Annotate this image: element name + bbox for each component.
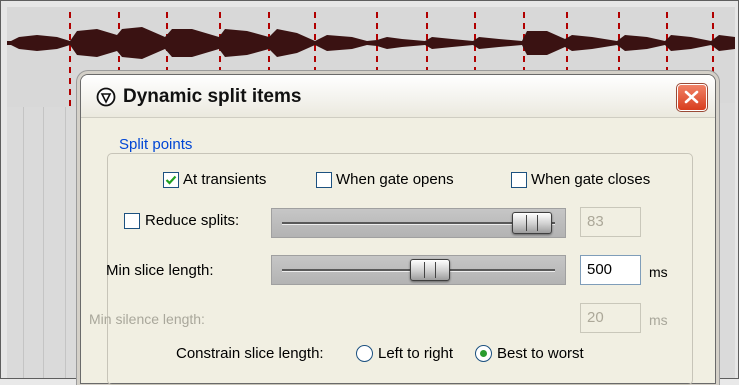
left-to-right-radio[interactable] [356, 345, 373, 362]
close-button[interactable] [676, 83, 708, 112]
constrain-slice-length-label: Constrain slice length: [176, 345, 324, 362]
when-gate-closes-label[interactable]: When gate closes [531, 171, 650, 188]
close-x-icon [684, 90, 699, 104]
when-gate-closes-checkbox[interactable] [511, 172, 527, 188]
grid-line [43, 107, 44, 378]
radio-selected-dot [480, 350, 487, 357]
min-silence-length-input[interactable]: 20 [580, 303, 641, 333]
when-gate-opens-label[interactable]: When gate opens [336, 171, 454, 188]
min-slice-length-slider[interactable] [271, 255, 566, 285]
at-transients-label[interactable]: At transients [183, 171, 266, 188]
dialog-titlebar[interactable]: Dynamic split items [81, 75, 715, 118]
slider-thumb[interactable] [512, 212, 552, 234]
reduce-splits-label[interactable]: Reduce splits: [145, 212, 239, 229]
min-slice-length-unit: ms [649, 264, 668, 280]
at-transients-checkbox[interactable] [163, 172, 179, 188]
grid-line [23, 107, 24, 378]
checkmark-icon [165, 175, 177, 185]
min-slice-length-input[interactable]: 500 [580, 255, 641, 285]
min-slice-length-label: Min slice length: [106, 262, 214, 279]
slider-thumb[interactable] [410, 259, 450, 281]
reduce-splits-checkbox[interactable] [124, 213, 140, 229]
best-to-worst-radio[interactable] [475, 345, 492, 362]
dynamic-split-dialog: Dynamic split items Split points At tran… [80, 74, 716, 385]
grid-line [65, 107, 66, 378]
reduce-splits-input[interactable]: 83 [580, 207, 641, 237]
reduce-splits-slider[interactable] [271, 208, 566, 238]
dialog-title: Dynamic split items [123, 86, 302, 107]
when-gate-opens-checkbox[interactable] [316, 172, 332, 188]
min-silence-length-label: Min silence length: [89, 311, 205, 327]
best-to-worst-label[interactable]: Best to worst [497, 345, 584, 362]
split-points-legend: Split points [116, 136, 196, 153]
min-silence-length-unit: ms [649, 312, 668, 328]
arrange-right-edge [717, 103, 735, 378]
reaper-app-icon [96, 87, 116, 107]
left-to-right-label[interactable]: Left to right [378, 345, 453, 362]
